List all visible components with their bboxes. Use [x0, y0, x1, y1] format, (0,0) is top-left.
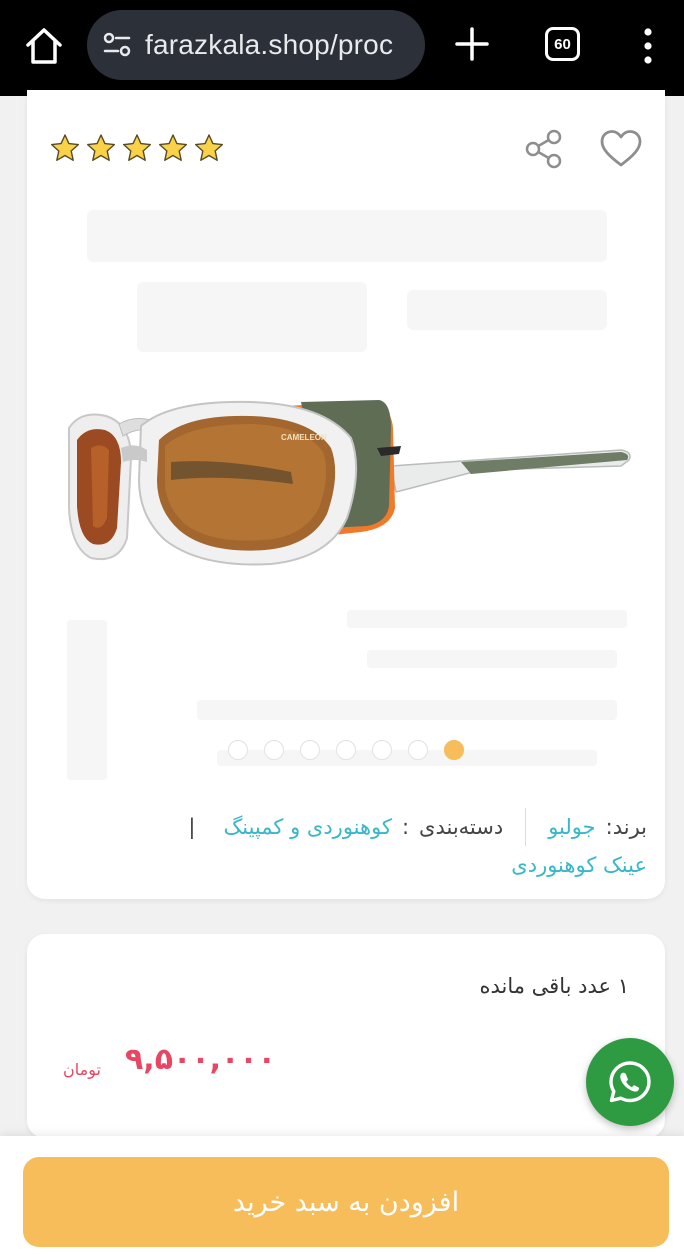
pagination-dot[interactable]: [408, 740, 428, 760]
add-to-cart-button[interactable]: افزودن به سبد خرید: [23, 1157, 669, 1247]
url-text[interactable]: farazkala.shop/proc: [145, 29, 393, 61]
share-icon[interactable]: [523, 128, 565, 170]
product-image-sunglasses: CAMELEON: [68, 400, 631, 566]
product-image-gallery[interactable]: CAMELEON: [47, 190, 645, 800]
stock-remaining: ۱ عدد باقی مانده: [479, 974, 629, 998]
whatsapp-icon: [609, 1061, 651, 1103]
pagination-dot[interactable]: [372, 740, 392, 760]
category-link-hiking-camping[interactable]: کوهنوردی و کمپینگ: [223, 808, 391, 846]
category-colon: :: [401, 815, 410, 839]
bottom-action-bar: افزودن به سبد خرید: [0, 1136, 684, 1257]
category-link-hiking-glasses[interactable]: عینک کوهنوردی: [511, 846, 647, 884]
tab-count: 60: [554, 35, 571, 53]
pagination-dot[interactable]: [300, 740, 320, 760]
product-meta: برند: جولبو دسته‌بندی : کوهنوردی و کمپین…: [47, 808, 647, 884]
heart-icon[interactable]: [599, 128, 643, 170]
tabs-counter-icon[interactable]: 60: [545, 27, 580, 61]
category-label: دسته‌بندی: [419, 815, 504, 839]
site-settings-icon[interactable]: [101, 29, 133, 61]
pagination-dot[interactable]: [336, 740, 356, 760]
more-menu-icon[interactable]: [636, 26, 660, 66]
pagination-dot[interactable]: [228, 740, 248, 760]
price-value: ۹,۵۰۰,۰۰۰: [125, 1042, 276, 1077]
product-card: CAMELEON برند: جولبو دسته‌بندی : کوهنورد…: [27, 90, 665, 899]
meta-divider: [525, 808, 527, 846]
star-icon: [51, 134, 79, 161]
pagination-dot[interactable]: [444, 740, 464, 760]
pagination-dot[interactable]: [264, 740, 284, 760]
image-pagination: [27, 740, 665, 760]
star-icon: [195, 134, 223, 161]
svg-text:CAMELEON: CAMELEON: [281, 433, 327, 442]
whatsapp-button[interactable]: [586, 1038, 674, 1126]
home-icon[interactable]: [22, 24, 66, 68]
brand-link[interactable]: جولبو: [548, 808, 595, 846]
category-separator: |: [188, 815, 196, 839]
star-icon: [123, 134, 151, 161]
price-currency: تومان: [63, 1060, 101, 1079]
brand-label: برند:: [605, 815, 647, 839]
rating-stars: [49, 132, 225, 164]
price-card: ۱ عدد باقی مانده ۹,۵۰۰,۰۰۰ تومان: [27, 934, 665, 1138]
address-bar[interactable]: farazkala.shop/proc: [87, 10, 425, 80]
star-icon: [159, 134, 187, 161]
browser-toolbar: farazkala.shop/proc 60: [0, 0, 684, 96]
new-tab-icon[interactable]: [452, 24, 492, 64]
star-icon: [87, 134, 115, 161]
